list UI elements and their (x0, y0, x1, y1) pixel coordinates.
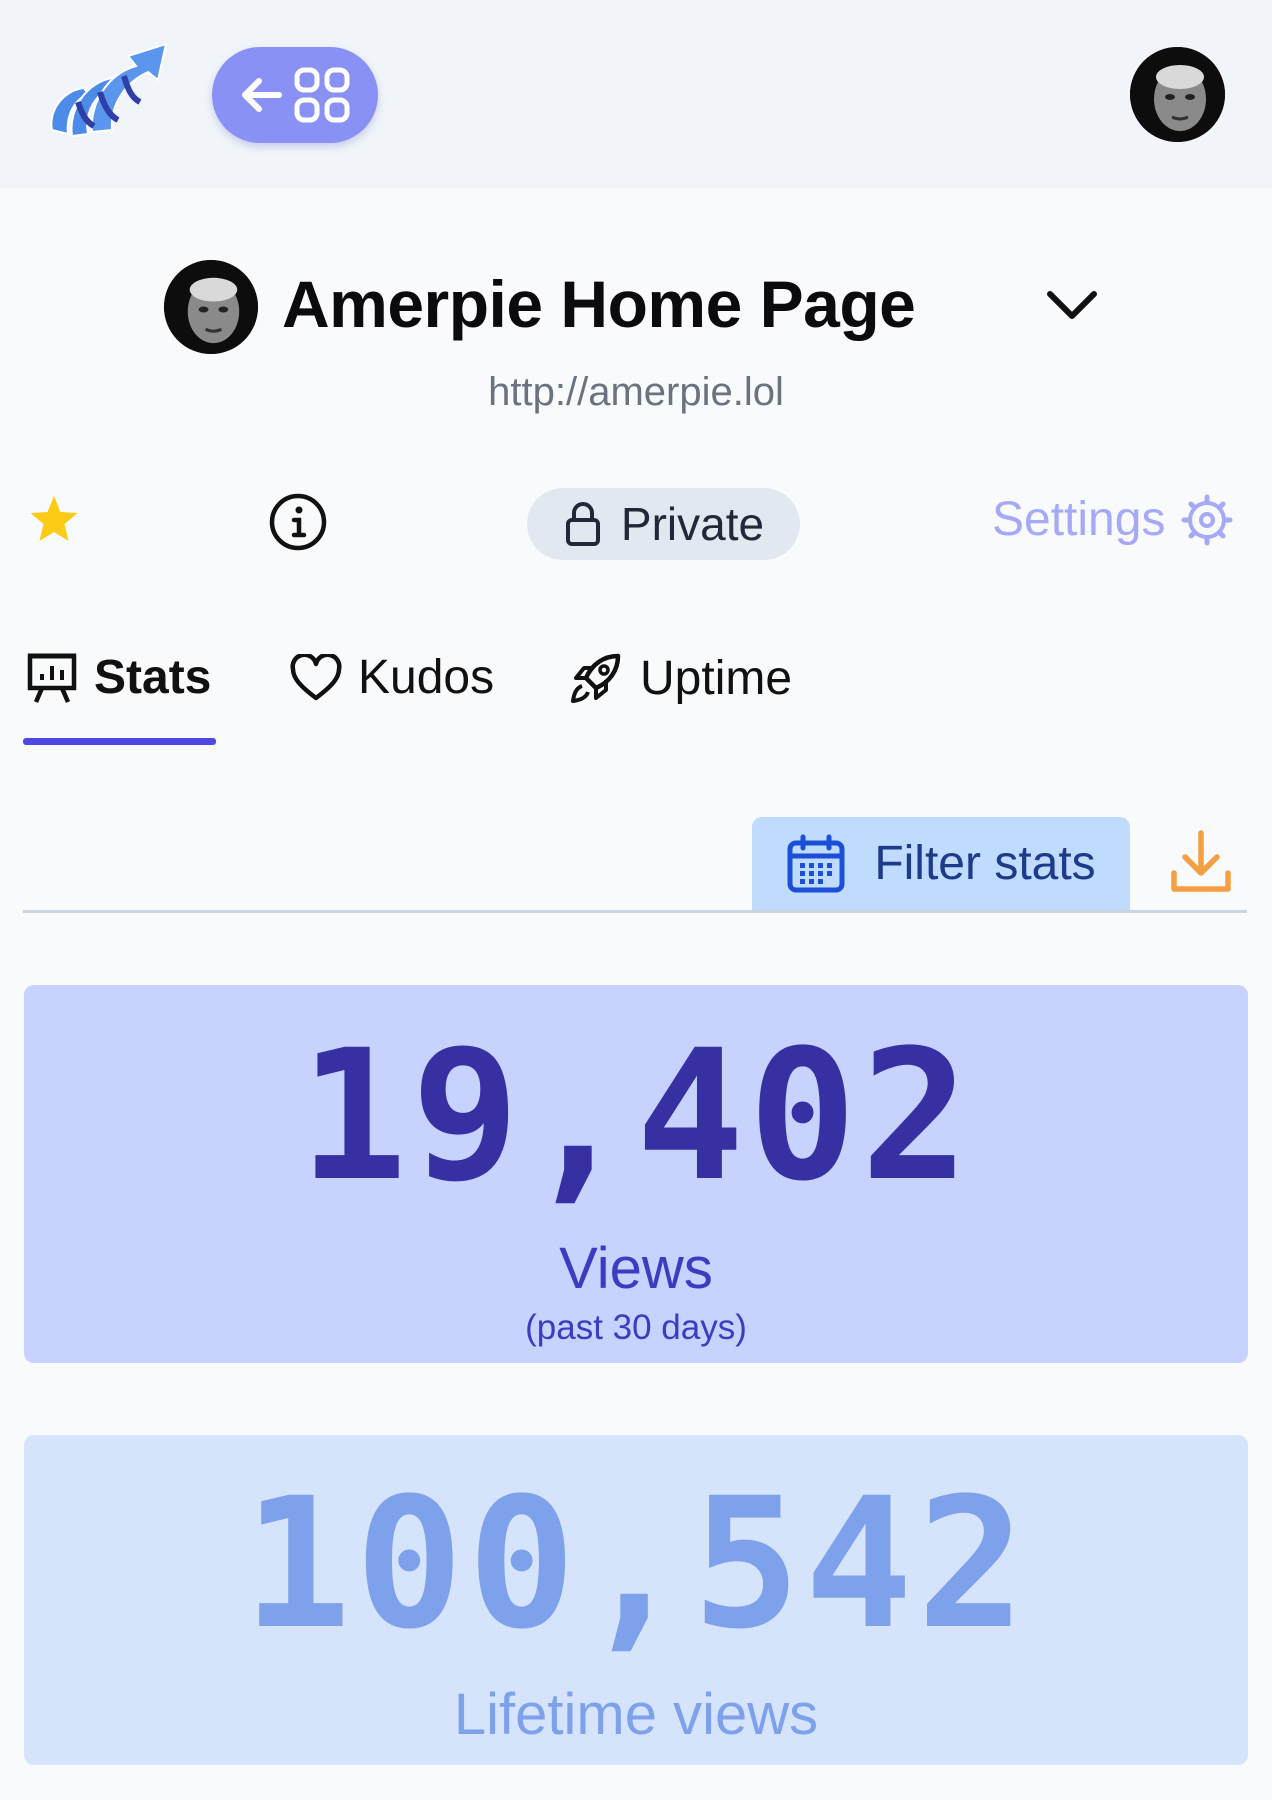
site-title-row: Amerpie Home Page (0, 258, 1272, 358)
filter-toolbar: Filter stats (23, 815, 1247, 915)
visibility-badge[interactable]: Private (527, 488, 800, 560)
arrow-left-icon (242, 78, 282, 112)
lock-icon (565, 502, 600, 546)
tab-stats-label: Stats (94, 651, 212, 704)
star-icon[interactable] (26, 492, 82, 548)
views-count: 19,402 (298, 1012, 974, 1221)
info-icon[interactable] (268, 492, 328, 552)
tab-uptime[interactable]: Uptime (568, 650, 792, 706)
tab-stats[interactable]: Stats (26, 650, 211, 705)
presentation-chart-icon (27, 653, 77, 703)
download-icon[interactable] (1168, 827, 1234, 897)
site-url[interactable]: http://amerpie.lol (0, 370, 1272, 415)
site-avatar (164, 260, 258, 354)
settings-link[interactable]: Settings (992, 492, 1233, 547)
filter-stats-button[interactable]: Filter stats (752, 817, 1130, 910)
active-tab-indicator (23, 738, 216, 745)
rocket-icon (571, 653, 621, 703)
lifetime-views-label: Lifetime views (453, 1682, 819, 1747)
views-label: Views (559, 1236, 713, 1301)
settings-label: Settings (992, 493, 1166, 546)
back-to-dashboard-button[interactable] (212, 47, 378, 143)
tab-kudos-label: Kudos (358, 651, 495, 704)
grid-icon (294, 67, 350, 123)
views-period: (past 30 days) (525, 1308, 747, 1347)
filter-stats-label: Filter stats (874, 837, 1096, 890)
views-stat-card: 19,402 Views (past 30 days) (24, 985, 1248, 1363)
lifetime-stat-card: 100,542 Lifetime views (24, 1435, 1248, 1765)
lifetime-views-count: 100,542 (242, 1460, 1030, 1669)
tab-uptime-label: Uptime (640, 651, 793, 705)
user-avatar[interactable] (1130, 47, 1225, 142)
omg-lol-logo-icon[interactable] (44, 30, 172, 158)
toolbar-divider (23, 910, 1247, 913)
top-bar (0, 0, 1272, 188)
heart-icon (290, 653, 342, 700)
calendar-icon (787, 834, 845, 892)
visibility-label: Private (620, 498, 765, 550)
gear-icon (1181, 494, 1233, 545)
tab-bar: Stats Kudos Uptime (0, 640, 1272, 750)
page-title: Amerpie Home Page (282, 267, 916, 341)
chevron-down-icon[interactable] (1044, 286, 1100, 326)
site-actions: Private Settings (0, 480, 1272, 570)
tab-kudos[interactable]: Kudos (290, 650, 494, 705)
